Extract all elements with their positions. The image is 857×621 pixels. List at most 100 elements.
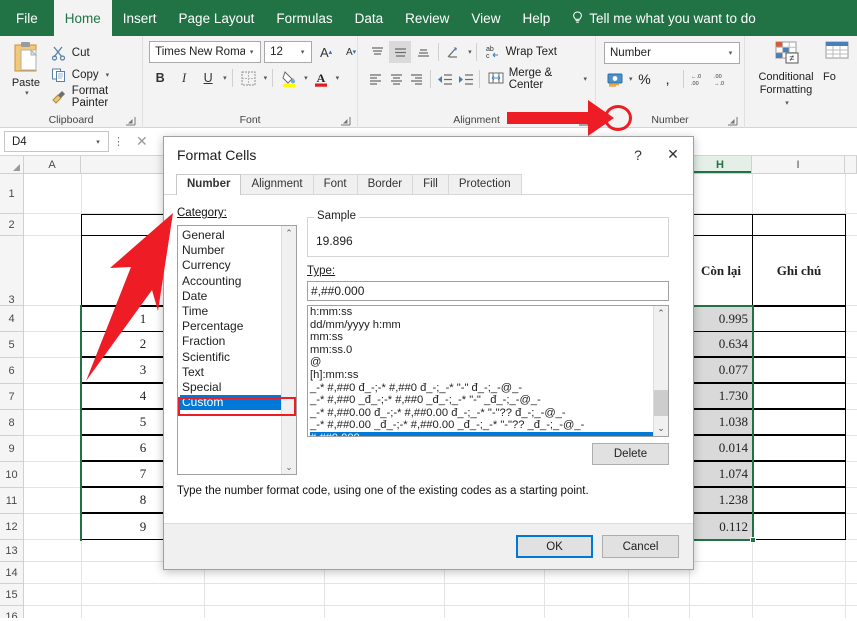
row-header-6[interactable]: 6 [0,358,23,384]
type-list-scrollbar[interactable]: ⌃ ⌄ [653,306,668,436]
cell-con-lai-4[interactable]: 1.730 [689,383,753,409]
cancel-entry-icon[interactable]: ✕ [136,133,148,150]
type-item-10[interactable]: #,##0.000 [310,432,653,436]
decrease-indent-button[interactable] [435,68,454,90]
dialog-tab-border[interactable]: Border [357,174,414,194]
increase-font-size-button[interactable]: A▴ [315,41,337,63]
ribbon-tab-home[interactable]: Home [54,0,112,36]
italic-button[interactable]: I [173,67,195,89]
row-header-13[interactable]: 13 [0,540,23,562]
cell-con-lai-1[interactable]: 0.995 [689,306,753,332]
category-item-number[interactable]: Number [180,243,281,258]
align-bottom-button[interactable] [412,41,434,63]
row-header-1[interactable]: 1 [0,174,23,214]
column-header-A[interactable]: A [24,156,81,173]
chevron-down-icon[interactable]: ▾ [785,97,789,110]
cell-ghi-chu-9[interactable] [752,513,846,540]
tell-me-box[interactable]: Tell me what you want to do [561,0,767,36]
percent-style-button[interactable]: % [634,68,656,90]
cut-button[interactable]: Cut [48,42,138,63]
row-header-9[interactable]: 9 [0,436,23,462]
delete-button[interactable]: Delete [592,443,669,465]
font-color-button[interactable]: A [310,67,332,89]
row-header-14[interactable]: 14 [0,562,23,584]
cell-ghi-chu-6[interactable] [752,435,846,461]
type-item-5[interactable]: [h]:mm:ss [310,369,653,382]
orientation-button[interactable] [443,41,465,63]
chevron-down-icon[interactable]: ▾ [245,48,258,56]
ribbon-tab-formulas[interactable]: Formulas [265,0,343,36]
row-header-2[interactable]: 2 [0,214,23,236]
category-listbox[interactable]: General Number Currency Accounting Date … [177,225,297,475]
scroll-up-icon[interactable]: ⌃ [654,306,668,321]
type-item-0[interactable]: h:mm:ss [310,306,653,319]
cell-ghi-chu-5[interactable] [752,409,846,435]
chevron-down-icon[interactable]: ▾ [724,49,737,57]
row-header-8[interactable]: 8 [0,410,23,436]
close-icon[interactable]: ✕ [653,146,693,163]
cell-ghi-chu-3[interactable] [752,357,846,383]
align-center-button[interactable] [386,68,405,90]
cell-ghi-chu-8[interactable] [752,487,846,513]
category-item-text[interactable]: Text [180,365,281,380]
borders-button[interactable] [238,67,260,89]
ribbon-tab-review[interactable]: Review [394,0,460,36]
decrease-decimal-button[interactable]: .00→.0 [711,68,733,90]
category-scrollbar[interactable]: ⌃ ⌄ [281,226,296,474]
row-header-10[interactable]: 10 [0,462,23,488]
ribbon-tab-page-layout[interactable]: Page Layout [168,0,266,36]
type-item-7[interactable]: _-* #,##0 _đ_-;-* #,##0 _đ_-;_-* "-" _đ_… [310,394,653,407]
category-item-scientific[interactable]: Scientific [180,350,281,365]
category-item-special[interactable]: Special [180,380,281,395]
increase-indent-button[interactable] [455,68,474,90]
type-item-9[interactable]: _-* #,##0.00 _đ_-;-* #,##0.00 _đ_-;_-* "… [310,419,653,432]
category-item-general[interactable]: General [180,228,281,243]
number-format-combo[interactable]: Number ▾ [604,42,740,64]
ribbon-tab-insert[interactable]: Insert [112,0,168,36]
ok-button[interactable]: OK [516,535,593,558]
clipboard-dialog-launcher[interactable] [125,116,136,127]
category-list[interactable]: General Number Currency Accounting Date … [178,226,281,474]
dialog-tab-protection[interactable]: Protection [448,174,522,194]
font-dialog-launcher[interactable] [340,116,351,127]
chevron-down-icon[interactable]: ▾ [264,74,268,82]
chevron-down-icon[interactable]: ▾ [106,71,110,79]
dialog-tab-font[interactable]: Font [313,174,358,194]
wrap-text-button[interactable]: abc Wrap Text [481,41,561,63]
merge-center-button[interactable]: Merge & Center ▾ [484,68,591,90]
align-top-button[interactable] [366,41,388,63]
font-size-combo[interactable]: 12 ▾ [264,41,312,63]
cancel-button[interactable]: Cancel [602,535,679,558]
type-item-6[interactable]: _-* #,##0 đ_-;-* #,##0 đ_-;_-* "-" đ_-;_… [310,382,653,395]
cell-con-lai-header[interactable]: Còn lại [689,235,753,306]
row-header-11[interactable]: 11 [0,488,23,514]
cell-con-lai-5[interactable]: 1.038 [689,409,753,435]
column-header-H[interactable]: H [689,156,752,173]
category-item-percentage[interactable]: Percentage [180,319,281,334]
chevron-down-icon[interactable]: ▾ [304,74,308,82]
fill-handle[interactable] [750,537,756,543]
cell-con-lai-9[interactable]: 0.112 [689,513,753,540]
cell-ghi-chu-label[interactable]: Ghi chú [752,235,846,306]
cell-con-lai-2[interactable]: 0.634 [689,331,753,357]
chevron-down-icon[interactable]: ▾ [223,74,227,82]
dialog-tab-number[interactable]: Number [176,174,241,195]
select-all-corner[interactable] [0,156,24,173]
row-header-3[interactable]: 3 [0,236,23,306]
cell-con-lai-8[interactable]: 1.238 [689,487,753,513]
ribbon-tab-file[interactable]: File [0,0,54,36]
format-cells-dialog[interactable]: Format Cells ? ✕ Number Alignment Font B… [163,136,694,570]
font-name-combo[interactable]: Times New Roma ▾ [149,41,261,63]
number-dialog-launcher[interactable] [727,116,738,127]
category-item-time[interactable]: Time [180,304,281,319]
type-item-4[interactable]: @ [310,356,653,369]
type-list[interactable]: h:mm:ss dd/mm/yyyy h:mm mm:ss mm:ss.0 @ … [308,306,653,436]
category-item-fraction[interactable]: Fraction [180,334,281,349]
comma-style-button[interactable]: , [657,68,679,90]
align-middle-button[interactable] [389,41,411,63]
scroll-up-icon[interactable]: ⌃ [285,226,293,240]
type-item-2[interactable]: mm:ss [310,331,653,344]
name-box[interactable]: D4 ▾ [4,131,109,152]
row-header-12[interactable]: 12 [0,514,23,540]
column-header-next[interactable] [845,156,857,173]
